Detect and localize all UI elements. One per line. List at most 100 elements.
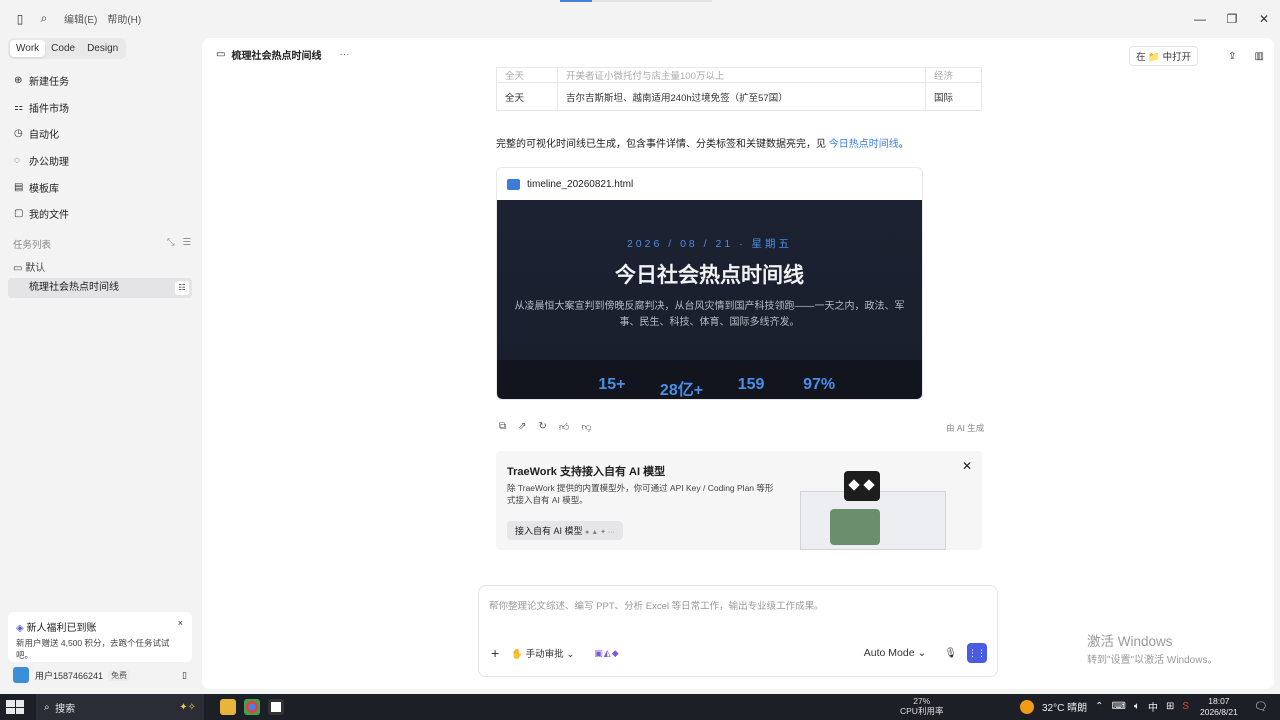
- mode-tabs: Work Code Design: [8, 38, 127, 59]
- activation-watermark: 激活 Windows 转到"设置"以激活 Windows。: [1087, 630, 1217, 666]
- table-cell-category: 国际: [925, 82, 982, 111]
- sidebar-item-label: 办公助理: [29, 156, 69, 168]
- weather-text[interactable]: 32°C 晴朗: [1042, 699, 1087, 714]
- mode-dropdown[interactable]: Auto Mode ⌄: [864, 647, 927, 659]
- timeline-icon[interactable]: ☷: [175, 281, 189, 295]
- restore-button[interactable]: ❐: [1216, 0, 1248, 37]
- sidebar-item-my-files[interactable]: ▢ 我的文件: [8, 200, 192, 227]
- cpu-meter[interactable]: 27% CPU利用率: [900, 696, 943, 716]
- share-icon[interactable]: ⇪: [1228, 51, 1236, 62]
- notification-icon[interactable]: 🗨︎: [1254, 700, 1268, 713]
- preview-date: 2026 / 08 / 21 · 星期五: [626, 238, 793, 250]
- approval-label: 手动审批: [525, 649, 564, 660]
- tab-work[interactable]: Work: [10, 40, 46, 57]
- summary-text: 完整的可视化时间线已生成，包含事件详情、分类标签和关键数据亮完，见 今日热点时间…: [496, 135, 909, 150]
- thumbs-up-icon[interactable]: 👍︎: [559, 421, 569, 433]
- file-explorer-icon[interactable]: [220, 699, 236, 715]
- filter-icon[interactable]: ☰: [182, 237, 191, 248]
- minimize-button[interactable]: —: [1184, 0, 1216, 37]
- table-cell-event: 吉尔吉斯斯坦、越南适用240h过境免签（扩至57国）: [557, 82, 926, 111]
- table-cell-time: 全天: [496, 82, 558, 111]
- hand-icon: ✋: [511, 649, 524, 660]
- sidebar-nav: ⊕ 新建任务 ⚏ 插件市场 ◷ 自动化 ◌ 办公助理 ▤ 模板库 ▢ 我的文件: [8, 67, 192, 227]
- mode-label: Auto Mode: [863, 647, 915, 659]
- add-icon[interactable]: +: [491, 645, 499, 661]
- clock[interactable]: 18:07 2026/8/21: [1200, 696, 1238, 718]
- folder-label: 默认: [25, 263, 46, 274]
- windows-start-icon[interactable]: [6, 700, 24, 714]
- folder-icon: ▭: [13, 263, 23, 274]
- provider-icons: ● ▲ ✦ ···: [585, 529, 615, 536]
- task-label: 梳理社会热点时间线: [29, 282, 119, 293]
- sidebar-toggle-icon[interactable]: ▯: [8, 7, 32, 31]
- task-list-header: 任务列表 ⤡ ☰: [13, 237, 191, 251]
- monitor-icon: ▭: [216, 49, 226, 60]
- sidebar-item-assistant[interactable]: ◌ 办公助理: [8, 147, 192, 174]
- sidebar-item-new-task[interactable]: ⊕ 新建任务: [8, 67, 192, 94]
- task-folder-default[interactable]: ▭ 默认: [13, 259, 45, 274]
- chat-icon: ◌: [14, 154, 20, 166]
- search-label: 搜索: [55, 703, 76, 715]
- collapse-icon[interactable]: ⤡: [167, 237, 175, 248]
- microphone-icon[interactable]: 🎙︎: [944, 648, 957, 659]
- stat-value: 28亿+: [659, 382, 704, 399]
- panel-toggle-icon[interactable]: ▥: [1255, 51, 1264, 62]
- sogou-icon[interactable]: S: [1182, 701, 1189, 712]
- file-preview-card[interactable]: timeline_20260821.html 2026 / 08 / 21 · …: [496, 167, 923, 400]
- cpu-label: CPU利用率: [900, 706, 944, 716]
- watermark-line2: 转到"设置"以激活 Windows。: [1087, 655, 1218, 666]
- sidebar-item-templates[interactable]: ▤ 模板库: [8, 174, 192, 201]
- preview-title: 今日社会热点时间线: [615, 264, 804, 287]
- chevron-up-icon[interactable]: ⌃: [1095, 701, 1103, 712]
- model-banner: TraeWork 支持接入自有 AI 模型 除 TraeWork 提供的内置模型…: [496, 451, 982, 550]
- tab-code[interactable]: Code: [45, 40, 81, 57]
- ime-indicator[interactable]: 中: [1148, 699, 1158, 714]
- tool-icons[interactable]: ▣◭◆: [594, 648, 619, 659]
- prompt-input[interactable]: 帮你整理论文综述、编写 PPT、分析 Excel 等日常工作，输出专业级工作成果…: [489, 598, 824, 612]
- robot-illustration: [800, 471, 946, 550]
- sidebar: Work Code Design ⊕ 新建任务 ⚏ 插件市场 ◷ 自动化 ◌ 办公助理 …: [0, 37, 200, 690]
- active-tab-indicator: [560, 0, 592, 2]
- close-icon[interactable]: ×: [178, 618, 183, 628]
- regenerate-icon[interactable]: ↻: [539, 421, 547, 433]
- thumbs-down-icon[interactable]: 👎︎: [581, 421, 591, 433]
- chrome-icon[interactable]: [244, 699, 260, 715]
- input-icon[interactable]: ⊞: [1166, 701, 1174, 712]
- taskbar-search[interactable]: ⌕ 搜索 ✦✧: [36, 694, 204, 720]
- gift-icon: ◈: [16, 623, 24, 634]
- device-icon[interactable]: ▯: [182, 670, 187, 681]
- approval-dropdown[interactable]: ✋ 手动审批 ⌄: [511, 646, 574, 660]
- cpu-percent: 27%: [913, 696, 931, 706]
- connect-model-button[interactable]: 接入自有 AI 模型 ● ▲ ✦ ···: [507, 521, 623, 540]
- menu-help[interactable]: 帮助(H): [107, 11, 141, 26]
- open-in-folder-button[interactable]: 在 📁 中打开: [1129, 46, 1199, 66]
- task-item-active[interactable]: 梳理社会热点时间线 ☷: [8, 278, 192, 298]
- menu-edit[interactable]: 编辑(E): [64, 11, 97, 26]
- close-icon[interactable]: ✕: [962, 459, 972, 473]
- sidebar-item-label: 新建任务: [29, 76, 69, 88]
- user-profile[interactable]: 用户1587466241 免费 ▯: [13, 667, 191, 683]
- volume-icon[interactable]: 🔈︎: [1134, 701, 1140, 712]
- task-list-title: 任务列表: [13, 240, 52, 251]
- close-button[interactable]: ✕: [1248, 0, 1280, 37]
- ai-generated-label: 由 AI 生成: [946, 423, 985, 433]
- share-icon[interactable]: ⇗: [518, 421, 526, 433]
- doc-actions: 在 📁 中打开 ⇪ ▥: [1129, 46, 1264, 66]
- copy-icon[interactable]: ⧉: [499, 421, 506, 433]
- plan-badge: 免费: [108, 669, 131, 681]
- preview-desc: 从凌晨恒大案宣判到傍晚反腐判决，从台风灾情到国产科技领跑——一天之内，政法、军事…: [514, 301, 905, 328]
- voice-send-button[interactable]: ⋮⋮: [967, 643, 987, 663]
- tab-design[interactable]: Design: [81, 40, 124, 57]
- search-icon[interactable]: ⌕: [32, 7, 56, 31]
- preview-stats: 15+ 28亿+ 159 97%: [497, 360, 922, 399]
- sidebar-item-plugins[interactable]: ⚏ 插件市场: [8, 94, 192, 121]
- more-icon[interactable]: ···: [339, 49, 349, 60]
- sidebar-item-automation[interactable]: ◷ 自动化: [8, 120, 192, 147]
- plus-circle-icon: ⊕: [14, 74, 23, 86]
- message-actions: ⧉ ⇗ ↻ 👍︎ 👎︎: [499, 421, 592, 433]
- timeline-link[interactable]: 今日热点时间线: [829, 139, 899, 150]
- network-icon[interactable]: ⌨: [1112, 701, 1126, 712]
- doc-title: 梳理社会热点时间线: [231, 51, 322, 62]
- title-bar: ▯ ⌕ 编辑(E) 帮助(H) — ❐ ✕: [0, 0, 1280, 37]
- traework-app-icon[interactable]: [268, 699, 284, 715]
